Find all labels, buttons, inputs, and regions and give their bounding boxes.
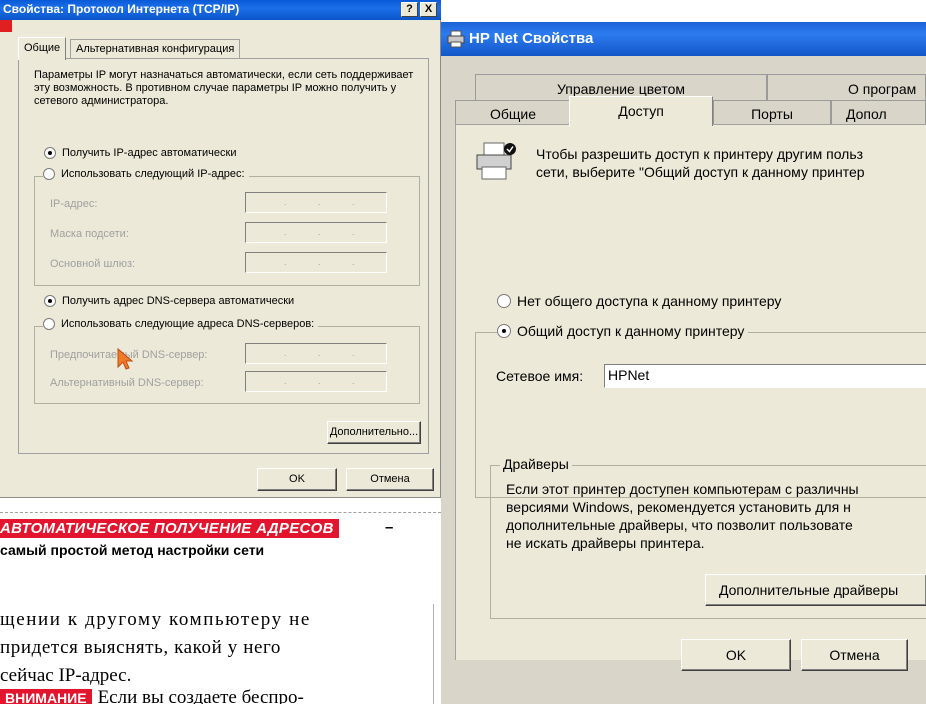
tab-ports[interactable]: Порты <box>713 100 831 125</box>
radio-dns-auto-label: Получить адрес DNS-сервера автоматически <box>62 295 295 307</box>
network-name-field[interactable]: HPNet <box>604 364 926 388</box>
tab-advanced[interactable]: Допол <box>831 100 926 125</box>
advanced-button[interactable]: Дополнительно... <box>327 421 421 444</box>
network-name-label: Сетевое имя: <box>496 368 584 384</box>
cancel-button[interactable]: Отмена <box>801 639 908 671</box>
drivers-description: Если этот принтер доступен компьютерам с… <box>506 480 926 552</box>
close-button[interactable]: X <box>420 2 437 17</box>
shared-printer-icon <box>476 142 516 180</box>
radio-no-share[interactable]: Нет общего доступа к данному принтеру <box>497 293 786 309</box>
ok-button[interactable]: OK <box>257 468 337 491</box>
ip-address-field[interactable]: ... <box>245 192 387 213</box>
drivers-line: версиями Windows, рекомендуется установи… <box>506 499 851 515</box>
cancel-button[interactable]: Отмена <box>346 468 434 491</box>
article-column-rule <box>433 604 434 704</box>
radio-share-label: Общий доступ к данному принтеру <box>517 323 745 339</box>
subnet-mask-label: Маска подсети: <box>50 228 129 240</box>
caption-highlight: АВТОМАТИЧЕСКОЕ ПОЛУЧЕНИЕ АДРЕСОВ <box>0 519 339 538</box>
additional-drivers-button[interactable]: Дополнительные драйверы <box>705 574 926 606</box>
alternate-dns-field[interactable]: ... <box>245 371 387 392</box>
radio-selected-icon <box>44 295 56 307</box>
radio-unselected-icon <box>497 294 511 308</box>
article-line: щении к другому компьютеру не <box>0 609 311 630</box>
radio-ip-auto[interactable]: Получить IP-адрес автоматически <box>44 147 241 159</box>
drivers-line: Если этот принтер доступен компьютерам с… <box>506 481 859 497</box>
ip-address-label: IP-адрес: <box>50 198 98 210</box>
dns-server-group <box>34 326 420 404</box>
tab-about[interactable]: О програм <box>767 74 926 100</box>
tab-sharing[interactable]: Доступ <box>569 96 713 126</box>
radio-dns-auto[interactable]: Получить адрес DNS-сервера автоматически <box>44 295 299 307</box>
tab-general[interactable]: Общие <box>18 37 67 60</box>
tab-alternate-config[interactable]: Альтернативная конфигурация <box>70 39 241 59</box>
hp-title-bar[interactable]: HP Net Свойства <box>441 22 926 56</box>
sharing-info-line: Чтобы разрешить доступ к принтеру другим… <box>536 146 864 162</box>
help-button[interactable]: ? <box>401 2 418 17</box>
tcpip-title-bar[interactable]: Свойства: Протокол Интернета (TCP/IP) ? … <box>0 0 441 20</box>
warning-text: Если вы создаете беспро- <box>97 687 304 704</box>
caption-divider <box>0 512 441 513</box>
drivers-group-label: Драйверы <box>500 456 572 472</box>
radio-dns-manual-label: Использовать следующие адреса DNS-сервер… <box>61 318 315 330</box>
radio-unselected-icon <box>43 318 55 330</box>
ok-button[interactable]: OK <box>681 639 791 671</box>
drivers-line: дополнительные драйверы, что позволит по… <box>506 517 853 533</box>
hp-dialog-title: HP Net Свойства <box>469 30 594 47</box>
caption-subtitle: самый простой метод настройки сети <box>0 542 265 558</box>
hp-net-properties-dialog: HP Net Свойства Управление цветом О прог… <box>441 22 926 704</box>
sharing-panel: Чтобы разрешить доступ к принтеру другим… <box>455 124 926 660</box>
tcpip-description: Параметры IP могут назначаться автоматич… <box>34 69 414 107</box>
drivers-line: не искать драйверы принтера. <box>506 535 705 551</box>
radio-dns-manual[interactable]: Использовать следующие адреса DNS-сервер… <box>43 318 319 330</box>
sharing-info-line: сети, выберите "Общий доступ к данному п… <box>536 164 865 180</box>
alternate-dns-label: Альтернативный DNS-сервер: <box>50 377 204 389</box>
default-gateway-field[interactable]: ... <box>245 252 387 273</box>
red-corner-mark <box>0 20 12 32</box>
preferred-dns-field[interactable]: ... <box>245 343 387 364</box>
radio-selected-icon <box>497 324 511 338</box>
radio-no-share-label: Нет общего доступа к данному принтеру <box>517 293 782 309</box>
radio-selected-icon <box>44 147 56 159</box>
mouse-cursor-icon <box>117 347 134 370</box>
warning-tag: ВНИМАНИЕ <box>0 689 92 704</box>
printer-title-icon <box>447 30 465 48</box>
tcpip-properties-dialog: Свойства: Протокол Интернета (TCP/IP) ? … <box>0 0 441 498</box>
article-line: придется выяснять, какой у него <box>0 637 282 658</box>
article-line: сейчас IP-адрес. <box>0 665 132 686</box>
tcpip-dialog-title: Свойства: Протокол Интернета (TCP/IP) <box>3 2 240 16</box>
radio-share[interactable]: Общий доступ к данному принтеру <box>497 323 749 339</box>
radio-ip-manual[interactable]: Использовать следующий IP-адрес: <box>43 168 249 180</box>
radio-ip-manual-label: Использовать следующий IP-адрес: <box>61 168 245 180</box>
article-body: щении к другому компьютеру не придется в… <box>0 606 425 690</box>
default-gateway-label: Основной шлюз: <box>50 258 136 270</box>
tab-general[interactable]: Общие <box>455 100 571 125</box>
subnet-mask-field[interactable]: ... <box>245 222 387 243</box>
radio-ip-auto-label: Получить IP-адрес автоматически <box>62 147 237 159</box>
warning-line: ВНИМАНИЕ Если вы создаете беспро- <box>0 687 304 704</box>
tcpip-general-panel: Параметры IP могут назначаться автоматич… <box>18 58 429 454</box>
sharing-info: Чтобы разрешить доступ к принтеру другим… <box>536 145 926 181</box>
caption-dash: – <box>385 519 394 536</box>
radio-unselected-icon <box>43 168 55 180</box>
